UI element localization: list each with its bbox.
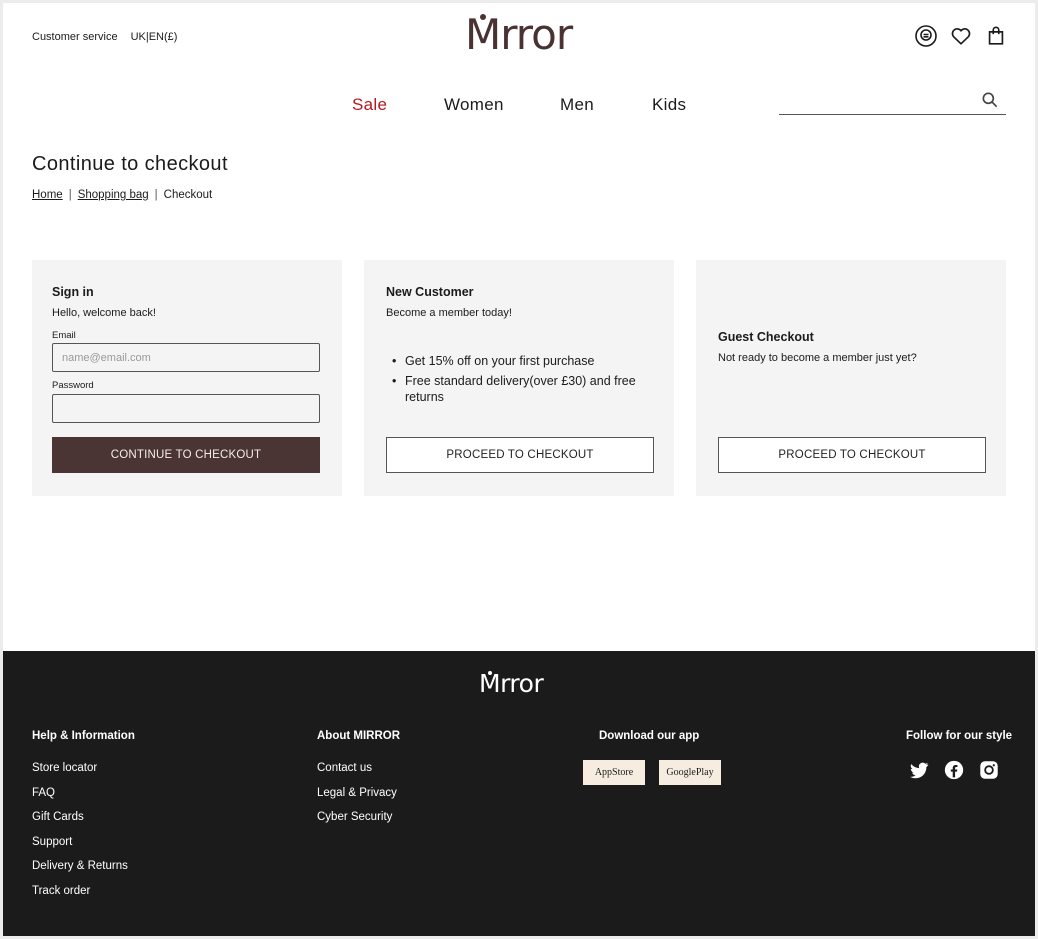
delivery-returns-link[interactable]: Delivery & Returns xyxy=(32,860,128,885)
track-order-link[interactable]: Track order xyxy=(32,885,128,910)
nav-item-sale[interactable]: Sale xyxy=(352,95,387,115)
help-links: Store locator FAQ Gift Cards Support Del… xyxy=(32,762,128,909)
email-field[interactable] xyxy=(52,343,320,372)
breadcrumb-separator: | xyxy=(68,189,72,201)
logo-mark: M xyxy=(465,10,501,59)
nav-item-women[interactable]: Women xyxy=(444,95,504,115)
appstore-button[interactable]: AppStore xyxy=(583,760,645,785)
legal-privacy-link[interactable]: Legal & Privacy xyxy=(317,787,397,812)
sign-in-title: Sign in xyxy=(52,285,94,299)
guest-checkout-title: Guest Checkout xyxy=(718,330,814,344)
breadcrumb-separator: | xyxy=(154,189,158,201)
nav-item-men[interactable]: Men xyxy=(560,95,594,115)
search-icon[interactable] xyxy=(980,90,1000,110)
list-item: Get 15% off on your first purchase xyxy=(386,353,656,369)
account-icon[interactable] xyxy=(914,24,938,48)
proceed-to-checkout-button[interactable]: PROCEED TO CHECKOUT xyxy=(386,437,654,473)
support-link[interactable]: Support xyxy=(32,836,128,861)
help-information-heading: Help & Information xyxy=(32,730,135,742)
new-customer-subtitle: Become a member today! xyxy=(386,307,512,319)
new-customer-title: New Customer xyxy=(386,285,474,299)
breadcrumb-home[interactable]: Home xyxy=(32,189,63,201)
email-label: Email xyxy=(52,330,76,341)
facebook-icon[interactable] xyxy=(943,759,965,781)
download-app-heading: Download our app xyxy=(599,730,700,742)
password-field[interactable] xyxy=(52,394,320,423)
guest-proceed-to-checkout-button[interactable]: PROCEED TO CHECKOUT xyxy=(718,437,986,473)
sign-in-subtitle: Hello, welcome back! xyxy=(52,307,156,319)
locale-selector[interactable]: UK|EN(£) xyxy=(131,31,178,43)
footer-logo[interactable]: Mrror xyxy=(479,669,544,698)
breadcrumb-checkout: Checkout xyxy=(163,189,213,201)
footer: Mrror Help & Information Store locator F… xyxy=(3,651,1035,936)
new-customer-card: New Customer Become a member today! Get … xyxy=(364,260,674,496)
social-links xyxy=(908,759,1000,781)
cyber-security-link[interactable]: Cyber Security xyxy=(317,811,397,836)
top-bar: Customer service UK|EN(£) Mrror xyxy=(3,3,1035,78)
list-item: Free standard delivery(over £30) and fre… xyxy=(386,373,656,405)
breadcrumb: Home | Shopping bag | Checkout xyxy=(32,189,212,201)
wishlist-heart-icon[interactable] xyxy=(949,24,973,48)
shopping-bag-icon[interactable] xyxy=(984,24,1008,48)
password-label: Password xyxy=(52,380,94,391)
guest-checkout-subtitle: Not ready to become a member just yet? xyxy=(718,352,917,364)
sign-in-card: Sign in Hello, welcome back! Email Passw… xyxy=(32,260,342,496)
continue-to-checkout-button[interactable]: CONTINUE TO CHECKOUT xyxy=(52,437,320,473)
googleplay-button[interactable]: GooglePlay xyxy=(659,760,721,785)
customer-service-link[interactable]: Customer service xyxy=(32,31,118,43)
footer-logo-rest: rror xyxy=(500,669,544,698)
nav-item-kids[interactable]: Kids xyxy=(652,95,686,115)
brand-logo[interactable]: Mrror xyxy=(465,9,573,61)
breadcrumb-shopping-bag[interactable]: Shopping bag xyxy=(78,189,149,201)
store-locator-link[interactable]: Store locator xyxy=(32,762,128,787)
about-heading: About MIRROR xyxy=(317,730,401,742)
gift-cards-link[interactable]: Gift Cards xyxy=(32,811,128,836)
logo-rest: rror xyxy=(500,10,573,59)
instagram-icon[interactable] xyxy=(978,759,1000,781)
guest-checkout-card: Guest Checkout Not ready to become a mem… xyxy=(696,260,1006,496)
search-bar xyxy=(779,87,1006,115)
search-input[interactable] xyxy=(779,87,969,113)
follow-heading: Follow for our style xyxy=(906,730,1013,742)
faq-link[interactable]: FAQ xyxy=(32,787,128,812)
contact-us-link[interactable]: Contact us xyxy=(317,762,397,787)
twitter-icon[interactable] xyxy=(908,759,930,781)
header-icons xyxy=(914,24,1008,48)
about-links: Contact us Legal & Privacy Cyber Securit… xyxy=(317,762,397,836)
page: Customer service UK|EN(£) Mrror Sale Wom… xyxy=(3,3,1035,936)
page-title: Continue to checkout xyxy=(32,153,228,175)
member-perks-list: Get 15% off on your first purchase Free … xyxy=(386,353,656,409)
utility-links: Customer service UK|EN(£) xyxy=(32,31,177,43)
footer-logo-mark: M xyxy=(479,669,501,698)
